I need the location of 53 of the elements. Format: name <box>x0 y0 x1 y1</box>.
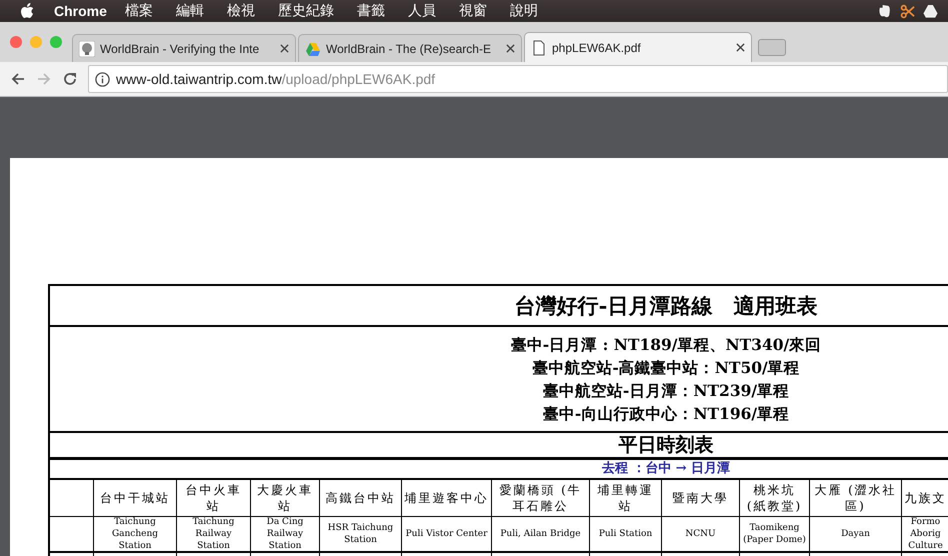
column-header: Taichung Gancheng Station <box>94 517 177 551</box>
brain-icon <box>79 40 95 56</box>
column-header: Formo Aborig Culture <box>902 517 948 551</box>
column-header: 埔里遊客中心 <box>402 480 492 516</box>
menu-item[interactable]: 視窗 <box>458 2 487 20</box>
column-header: Puli Station <box>590 517 662 551</box>
column-header: Puli Vistor Center <box>402 517 492 551</box>
browser-tab[interactable]: phpLEW6AK.pdf <box>524 32 752 62</box>
column-header: 台中干城站 <box>94 480 177 516</box>
column-header: Taomikeng (Paper Dome) <box>740 517 810 551</box>
app-menu[interactable]: Chrome <box>54 3 107 19</box>
column-header: 埔里轉運站 <box>590 480 662 516</box>
column-header: 暨南大學 <box>662 480 740 516</box>
menu-item[interactable]: 說明 <box>510 2 538 20</box>
scissors-icon[interactable] <box>900 4 915 18</box>
menu-item[interactable]: 檢視 <box>226 2 255 20</box>
fare-line: 臺中航空站-日月潭：NT239/單程 <box>542 380 790 402</box>
column-header: HSR Taichung Station <box>320 517 402 551</box>
column-header: 台中火車站 <box>177 480 251 516</box>
browser-tab[interactable]: WorldBrain - The (Re)search-E <box>298 34 522 62</box>
close-tab-icon[interactable] <box>736 43 745 52</box>
column-header: 桃米坑 (紙教堂) <box>740 480 810 516</box>
close-tab-icon[interactable] <box>506 44 515 53</box>
info-icon[interactable] <box>95 72 110 86</box>
column-header: Puli, Ailan Bridge <box>492 517 590 551</box>
column-header: Taichung Railway Station <box>177 517 251 551</box>
reload-icon[interactable] <box>62 71 78 87</box>
document-icon <box>531 40 547 56</box>
address-bar[interactable]: www-old.taiwantrip.com.tw/upload/phpLEW6AK.pdf <box>88 65 948 93</box>
timetable-title: 平日時刻表 <box>618 433 714 457</box>
menu-item[interactable]: 歷史紀錄 <box>278 2 334 20</box>
column-header: 愛蘭橋頭 (牛耳石雕公 <box>492 480 590 516</box>
back-icon[interactable] <box>10 71 26 87</box>
apple-logo-icon[interactable] <box>20 3 34 19</box>
column-header: 九族文 <box>902 480 948 516</box>
column-header: Da Cing Railway Station <box>251 517 320 551</box>
fare-line: 臺中航空站-高鐵臺中站：NT50/單程 <box>532 357 800 379</box>
column-header: 大慶火車站 <box>251 480 320 516</box>
browser-tab[interactable]: WorldBrain - Verifying the Inte <box>72 34 296 62</box>
menu-item[interactable]: 人員 <box>408 2 436 20</box>
menu-item[interactable]: 編輯 <box>176 2 204 20</box>
column-header: Dayan <box>810 517 902 551</box>
fare-line: 臺中-日月潭 : NT189/單程、NT340/來回 <box>510 334 822 356</box>
document-title: 台灣好行-日月潭路線 適用班表 <box>50 286 948 327</box>
column-header: 大雁 (澀水社區) <box>810 480 902 516</box>
fare-line: 臺中-向山行政中心：NT196/單程 <box>542 403 790 425</box>
direction-heading: 去程 ：台中 → 日月潭 <box>50 460 948 480</box>
menu-item[interactable]: 書籤 <box>356 2 385 20</box>
menu-item[interactable]: 檔案 <box>124 2 153 20</box>
column-header: 高鐵台中站 <box>320 480 402 516</box>
column-header: NCNU <box>662 517 740 551</box>
triangle-icon <box>305 40 321 56</box>
close-tab-icon[interactable] <box>280 44 289 53</box>
